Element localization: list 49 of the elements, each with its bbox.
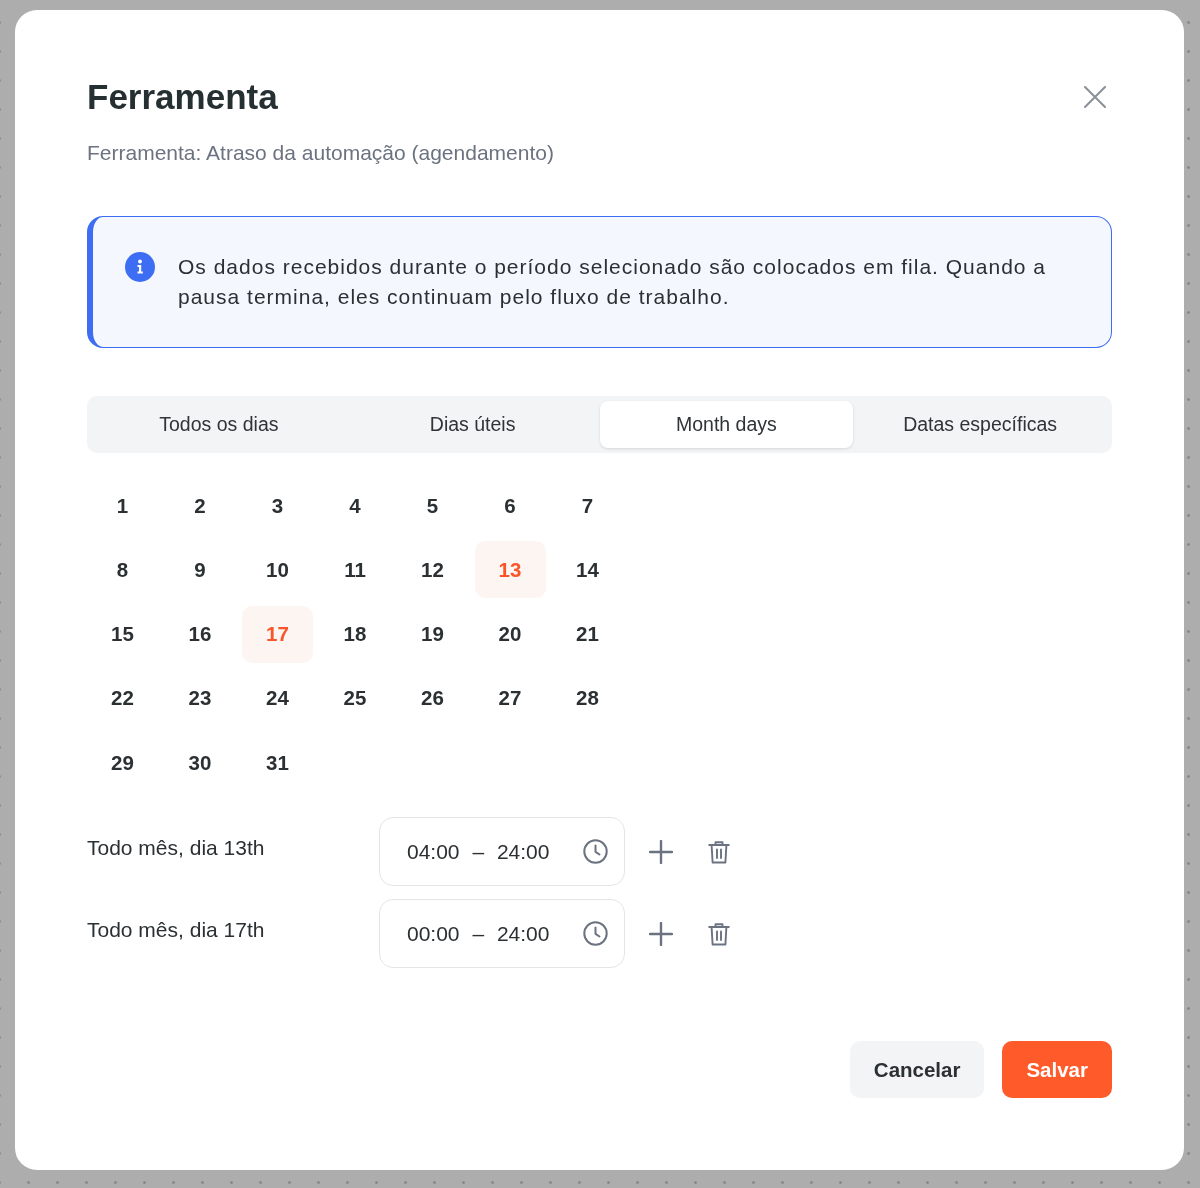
month-day[interactable]: 14 (552, 541, 623, 599)
tab[interactable]: Dias úteis (345, 401, 600, 448)
month-day[interactable]: 10 (242, 541, 313, 599)
month-day[interactable]: 16 (164, 605, 236, 663)
month-day[interactable]: 21 (552, 605, 623, 663)
month-day[interactable]: 29 (87, 734, 158, 792)
plus-icon[interactable] (649, 921, 673, 946)
month-day[interactable]: 31 (242, 734, 313, 792)
month-day[interactable]: 24 (242, 669, 313, 727)
close-icon[interactable] (1084, 86, 1106, 108)
month-day[interactable]: 25 (319, 669, 391, 727)
month-day[interactable]: 28 (552, 669, 623, 727)
info-text: Os dados recebidos durante o período selecionado são colocados em fila. Quando a pausa termina, eles continuam pelo fluxo de trabalho. (178, 254, 1047, 310)
month-day[interactable]: 20 (474, 605, 546, 663)
month-day[interactable]: 3 (242, 477, 313, 534)
month-day[interactable]: 27 (474, 669, 546, 727)
cancel-button[interactable]: Cancelar (849, 1041, 985, 1098)
clock-icon (583, 921, 608, 947)
month-day[interactable]: 11 (319, 541, 391, 599)
month-day[interactable]: 19 (397, 605, 468, 663)
month-day[interactable]: 7 (552, 477, 623, 534)
month-day[interactable]: 12 (397, 541, 468, 599)
month-day[interactable]: 23 (164, 669, 236, 727)
month-day[interactable]: 2 (164, 477, 236, 534)
clock-icon (583, 839, 608, 865)
month-day[interactable]: 1 (87, 477, 158, 534)
month-day[interactable]: 15 (87, 605, 158, 663)
tab[interactable]: Month days (599, 401, 854, 448)
dialog-title: Ferramenta (87, 77, 278, 117)
trash-icon[interactable] (708, 839, 730, 864)
dialog-subtitle: Ferramenta: Atraso da automação (agendamento) (87, 140, 555, 166)
month-day[interactable]: 6 (474, 477, 546, 534)
time-range-field[interactable]: 04:00 – 24:00 (379, 817, 625, 887)
info-icon (125, 252, 155, 282)
month-day[interactable]: 22 (87, 669, 158, 727)
month-day[interactable]: 5 (397, 477, 468, 534)
tab[interactable]: Datas específicas (853, 401, 1107, 448)
tab[interactable]: Todos os dias (92, 401, 346, 448)
month-day[interactable]: 4 (319, 477, 391, 534)
time-range-field[interactable]: 00:00 – 24:00 (379, 899, 625, 969)
schedule-label: Todo mês, dia 17th (87, 917, 265, 944)
trash-icon[interactable] (708, 921, 730, 946)
month-day[interactable]: 18 (319, 605, 391, 663)
plus-icon[interactable] (649, 839, 673, 864)
month-day[interactable]: 26 (397, 669, 468, 727)
month-day[interactable]: 30 (164, 734, 236, 792)
month-day[interactable]: 8 (87, 541, 158, 599)
month-day[interactable]: 9 (164, 541, 236, 599)
schedule-label: Todo mês, dia 13th (87, 835, 265, 862)
